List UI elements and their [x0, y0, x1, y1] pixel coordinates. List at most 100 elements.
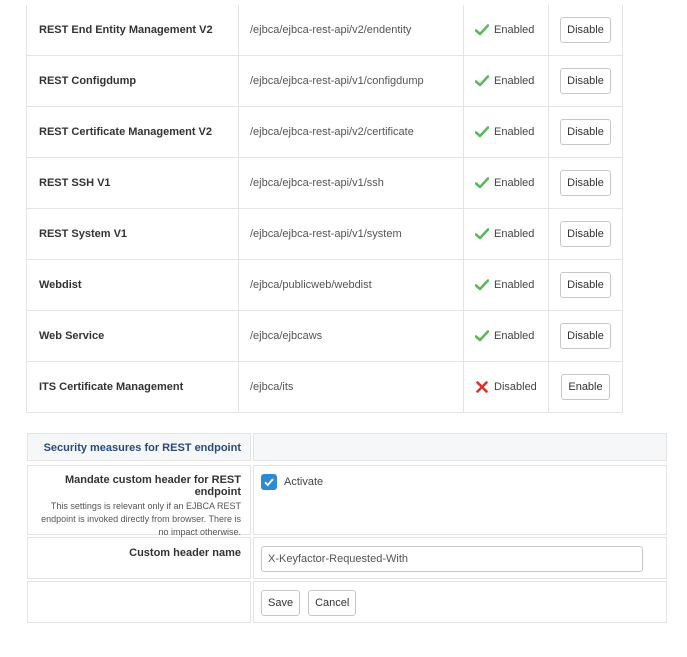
- status-badge: Enabled: [475, 74, 548, 88]
- service-name-text: REST SSH V1: [39, 177, 111, 189]
- status-badge: Enabled: [475, 125, 548, 139]
- service-path-text: /ejbca/ejbca-rest-api/v2/endentity: [250, 24, 412, 36]
- disable-button[interactable]: Disable: [560, 68, 611, 94]
- checkmark-icon: [264, 478, 274, 487]
- check-icon: [475, 23, 489, 37]
- status-text: Enabled: [494, 330, 535, 342]
- custom-header-label: Custom header name: [129, 547, 241, 559]
- service-path-text: /ejbca/ejbca-rest-api/v1/system: [250, 228, 402, 240]
- table-row: ITS Certificate Management/ejbca/its Disa…: [26, 361, 623, 413]
- service-action: Disable: [548, 106, 623, 158]
- service-status: Disabled: [463, 361, 549, 413]
- service-action: Disable: [548, 310, 623, 362]
- disable-button[interactable]: Disable: [560, 17, 611, 43]
- status-text: Enabled: [494, 228, 535, 240]
- service-name-text: REST Configdump: [39, 75, 137, 87]
- status-badge: Enabled: [475, 227, 548, 241]
- status-text: Enabled: [494, 126, 535, 138]
- disable-button[interactable]: Disable: [560, 170, 611, 196]
- disable-button[interactable]: Disable: [560, 272, 611, 298]
- table-row: REST End Entity Management V2/ejbca/ejbc…: [26, 5, 623, 56]
- security-heading-empty: [253, 433, 667, 461]
- mandate-header-row: Mandate custom header for REST endpoint …: [27, 465, 667, 537]
- service-name-text: Web Service: [39, 330, 105, 342]
- service-action: Disable: [548, 208, 623, 260]
- check-icon: [475, 227, 489, 241]
- protocol-table: REST End Entity Management V2/ejbca/ejbc…: [26, 5, 623, 413]
- table-row: REST Configdump/ejbca/ejbca-rest-api/v1/…: [26, 55, 623, 107]
- check-icon: [475, 74, 489, 88]
- mandate-value-cell: Activate: [253, 465, 667, 535]
- cross-icon: [475, 380, 489, 394]
- activate-label: Activate: [284, 476, 324, 488]
- table-row: Web Service/ejbca/ejbcaws Enabled Disable: [26, 310, 623, 362]
- status-badge: Enabled: [475, 23, 548, 37]
- mandate-label: Mandate custom header for REST endpoint: [64, 474, 241, 498]
- check-icon: [475, 329, 489, 343]
- service-status: Enabled: [463, 208, 549, 260]
- service-name: REST System V1: [26, 208, 239, 260]
- status-badge: Enabled: [475, 278, 548, 292]
- service-path-text: /ejbca/its: [250, 381, 294, 393]
- service-action: Disable: [548, 5, 623, 56]
- security-heading-row: Security measures for REST endpoint: [27, 433, 667, 461]
- activate-checkbox[interactable]: [261, 474, 277, 490]
- disable-button[interactable]: Disable: [560, 221, 611, 247]
- actions-label-empty: [27, 581, 251, 623]
- service-name: Webdist: [26, 259, 239, 311]
- status-badge: Enabled: [475, 329, 548, 343]
- service-path: /ejbca/ejbca-rest-api/v1/ssh: [238, 157, 464, 209]
- custom-header-value-cell: [253, 537, 667, 579]
- custom-header-input[interactable]: [261, 546, 643, 572]
- service-path: /ejbca/ejbca-rest-api/v2/certificate: [238, 106, 464, 158]
- service-path: /ejbca/its: [238, 361, 464, 413]
- security-heading-cell: Security measures for REST endpoint: [27, 433, 251, 461]
- service-path: /ejbca/publicweb/webdist: [238, 259, 464, 311]
- status-text: Disabled: [494, 381, 537, 393]
- service-path: /ejbca/ejbca-rest-api/v1/configdump: [238, 55, 464, 107]
- disable-button[interactable]: Disable: [560, 119, 611, 145]
- service-status: Enabled: [463, 157, 549, 209]
- service-name-text: ITS Certificate Management: [39, 381, 184, 393]
- actions-value-cell: Save Cancel: [253, 581, 667, 623]
- table-row: REST Certificate Management V2/ejbca/ejb…: [26, 106, 623, 158]
- service-path-text: /ejbca/publicweb/webdist: [250, 279, 372, 291]
- check-icon: [475, 278, 489, 292]
- service-name: ITS Certificate Management: [26, 361, 239, 413]
- service-path: /ejbca/ejbca-rest-api/v1/system: [238, 208, 464, 260]
- actions-row: Save Cancel: [27, 581, 667, 623]
- table-row: REST System V1/ejbca/ejbca-rest-api/v1/s…: [26, 208, 623, 260]
- disable-button[interactable]: Disable: [560, 323, 611, 349]
- service-name-text: REST End Entity Management V2: [39, 24, 213, 36]
- custom-header-row: Custom header name: [27, 537, 667, 579]
- status-badge: Disabled: [475, 380, 548, 394]
- service-name: Web Service: [26, 310, 239, 362]
- status-text: Enabled: [494, 177, 535, 189]
- enable-button[interactable]: Enable: [561, 374, 610, 400]
- service-name-text: Webdist: [39, 279, 82, 291]
- service-path-text: /ejbca/ejbca-rest-api/v1/configdump: [250, 75, 424, 87]
- service-name: REST End Entity Management V2: [26, 5, 239, 56]
- mandate-label-cell: Mandate custom header for REST endpoint …: [27, 465, 251, 537]
- service-status: Enabled: [463, 310, 549, 362]
- status-text: Enabled: [494, 279, 535, 291]
- service-action: Disable: [548, 55, 623, 107]
- activate-checkbox-wrap[interactable]: Activate: [261, 474, 666, 490]
- table-row: REST SSH V1/ejbca/ejbca-rest-api/v1/ssh E…: [26, 157, 623, 209]
- status-text: Enabled: [494, 75, 535, 87]
- status-text: Enabled: [494, 24, 535, 36]
- service-name: REST Certificate Management V2: [26, 106, 239, 158]
- check-icon: [475, 176, 489, 190]
- cancel-button[interactable]: Cancel: [308, 590, 357, 616]
- service-path: /ejbca/ejbca-rest-api/v2/endentity: [238, 5, 464, 56]
- service-name: REST SSH V1: [26, 157, 239, 209]
- service-name: REST Configdump: [26, 55, 239, 107]
- service-action: Enable: [548, 361, 623, 413]
- protocol-table-body: REST End Entity Management V2/ejbca/ejbc…: [26, 5, 623, 413]
- service-status: Enabled: [463, 259, 549, 311]
- check-icon: [475, 125, 489, 139]
- security-heading: Security measures for REST endpoint: [43, 442, 241, 454]
- service-status: Enabled: [463, 55, 549, 107]
- service-path-text: /ejbca/ejbcaws: [250, 330, 323, 342]
- save-button[interactable]: Save: [261, 590, 301, 616]
